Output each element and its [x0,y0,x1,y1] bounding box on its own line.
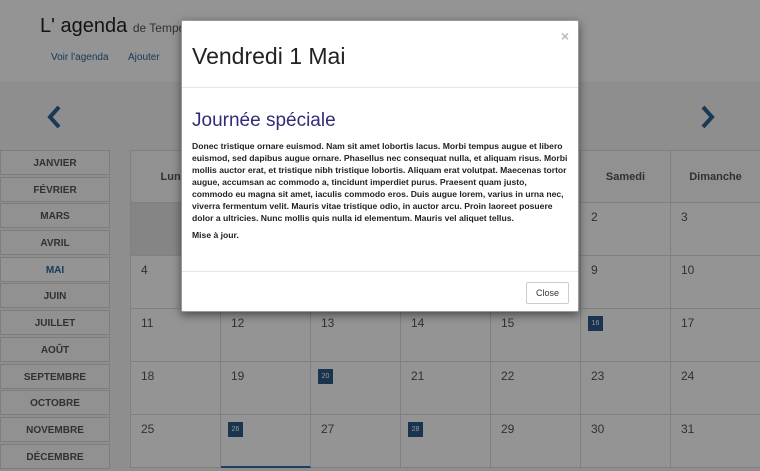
modal-footer: Close [182,272,578,312]
modal-body: Journée spéciale Donec tristique ornare … [182,88,578,272]
modal-header: Vendredi 1 Mai × [182,21,578,88]
day-modal: Vendredi 1 Mai × Journée spéciale Donec … [181,20,579,312]
close-icon[interactable]: × [561,28,569,44]
modal-description: Donec tristique ornare euismod. Nam sit … [192,141,568,223]
modal-subtitle: Journée spéciale [192,110,336,131]
modal-update-text: Mise à jour. [192,230,239,240]
modal-title: Vendredi 1 Mai [192,43,346,69]
close-button[interactable]: Close [525,282,569,304]
